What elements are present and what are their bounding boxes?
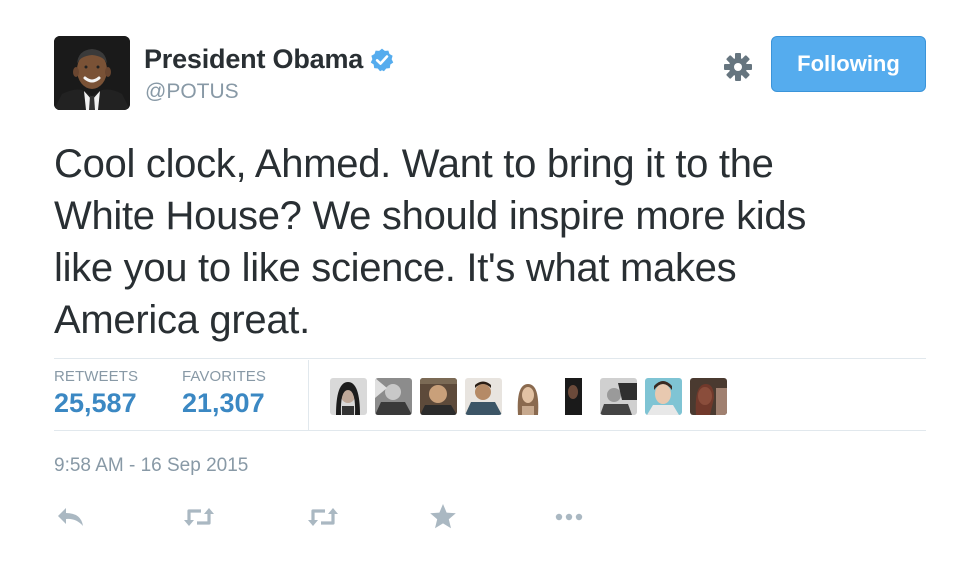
tweet-timestamp[interactable]: 9:58 AM - 16 Sep 2015 [54, 455, 248, 477]
favoriter-avatar[interactable] [330, 378, 367, 415]
favoriter-avatar[interactable] [600, 378, 637, 415]
favorites-label: FAVORITES [182, 368, 266, 385]
retweets-stat[interactable]: RETWEETS 25,587 [54, 360, 138, 419]
retweets-label: RETWEETS [54, 368, 139, 385]
verified-badge-icon [370, 48, 394, 71]
favorites-count: 21,307 [182, 388, 265, 418]
stats-vertical-divider [308, 360, 309, 430]
tweet-card: President Obama @POTUS Following Cool cl… [0, 0, 980, 566]
following-button[interactable]: Following [771, 36, 926, 92]
favoriter-avatar[interactable] [555, 378, 592, 415]
gear-icon[interactable] [722, 51, 754, 83]
display-name[interactable]: President Obama [144, 44, 395, 75]
favoriter-avatar[interactable] [375, 378, 412, 415]
tweet-stats: RETWEETS 25,587 FAVORITES 21,307 [54, 360, 926, 430]
stats-bottom-divider [54, 430, 926, 431]
stats-top-divider [54, 358, 926, 359]
favoriter-avatar[interactable] [510, 378, 547, 415]
favoriter-avatar[interactable] [420, 378, 457, 415]
display-name-text: President Obama [144, 44, 364, 74]
retweet-icon[interactable] [306, 500, 340, 534]
user-handle[interactable]: @POTUS [145, 80, 239, 104]
favoriter-avatar[interactable] [465, 378, 502, 415]
favorite-star-icon[interactable] [426, 500, 460, 534]
favoriter-avatar[interactable] [690, 378, 727, 415]
favorites-stat[interactable]: FAVORITES 21,307 [182, 360, 266, 419]
retweet-icon[interactable] [182, 500, 216, 534]
more-dots-icon[interactable] [552, 500, 586, 534]
avatar[interactable] [54, 36, 130, 110]
reply-icon[interactable] [54, 500, 88, 534]
tweet-text: Cool clock, Ahmed. Want to bring it to t… [54, 142, 807, 342]
favoriter-avatars [330, 378, 727, 415]
favoriter-avatar[interactable] [645, 378, 682, 415]
retweets-count: 25,587 [54, 388, 137, 418]
